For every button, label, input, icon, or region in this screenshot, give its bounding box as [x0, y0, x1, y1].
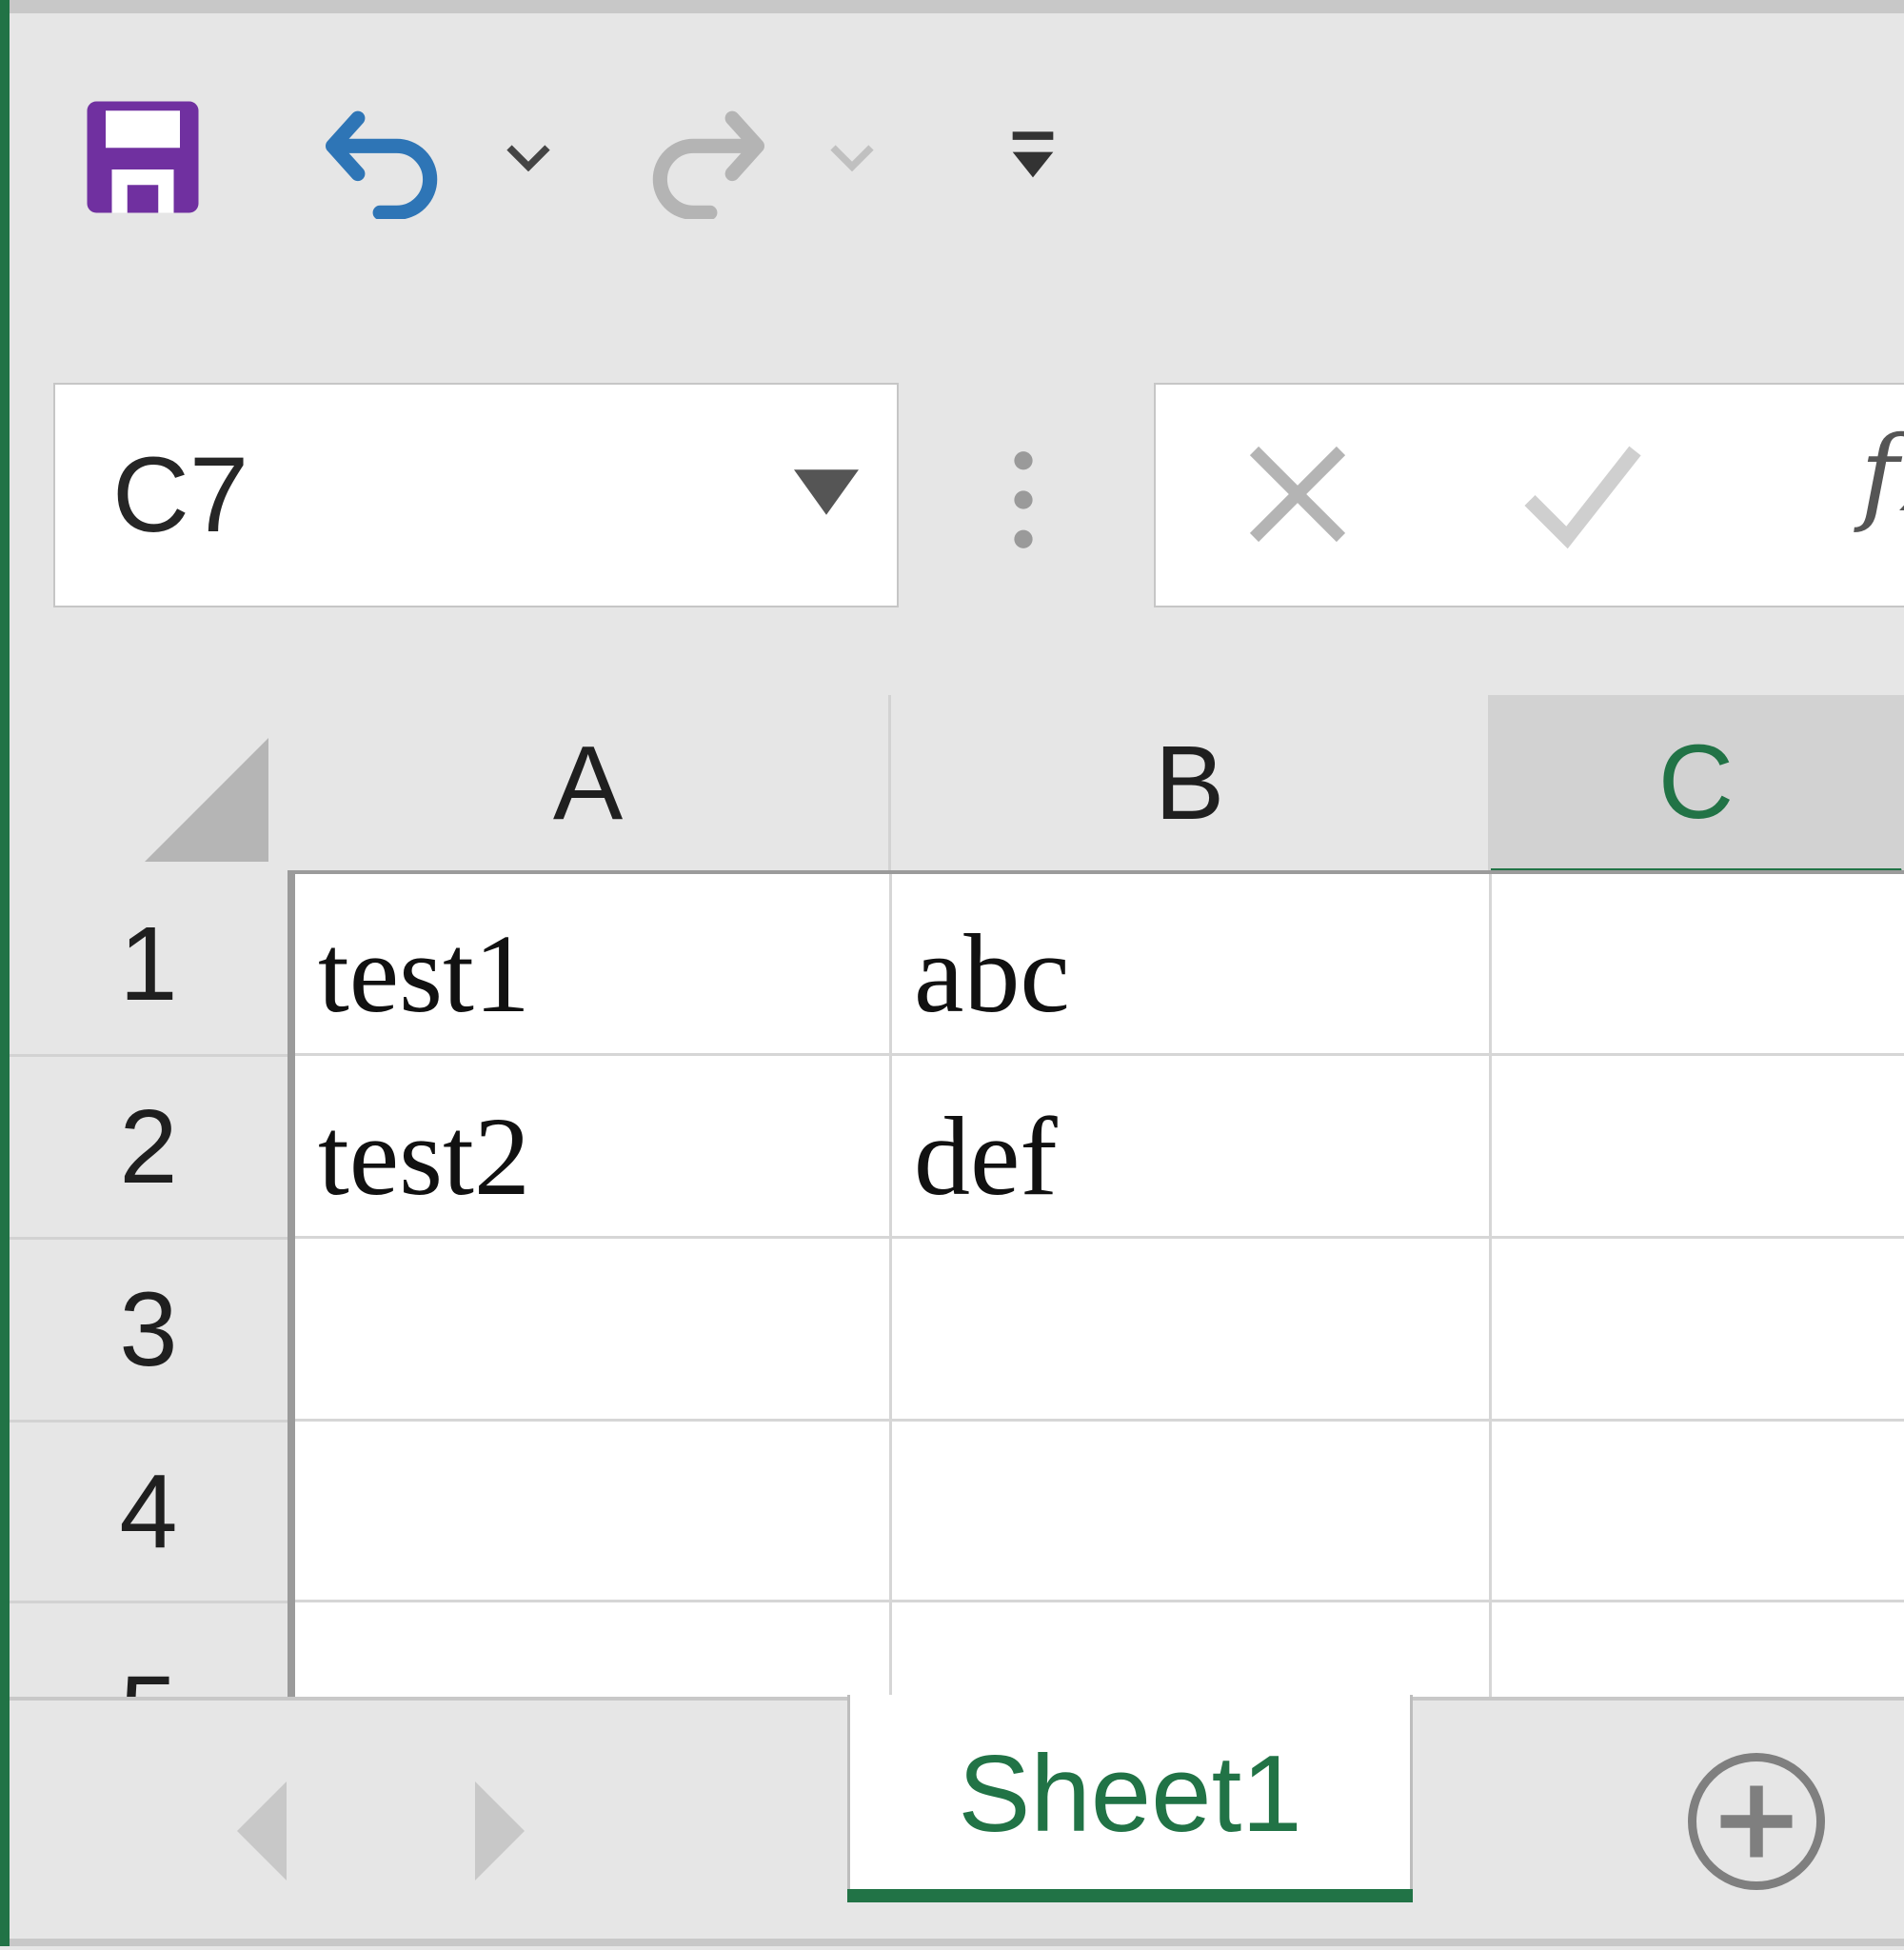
name-box-dropdown-icon[interactable]	[794, 468, 859, 516]
spreadsheet-grid: A B C 1 2 3 4 5 test1 abc test2 def	[10, 695, 1904, 1786]
insert-function-button[interactable]: fx	[1860, 413, 1904, 535]
redo-button[interactable]	[628, 86, 781, 229]
name-box-value: C7	[112, 435, 249, 554]
window-top-border	[10, 0, 1904, 13]
customize-toolbar-icon	[1012, 131, 1054, 178]
gridline	[889, 874, 892, 1697]
cancel-icon[interactable]	[1236, 432, 1359, 556]
row-header-separator	[288, 874, 295, 1697]
save-icon	[87, 101, 199, 213]
select-all-button[interactable]	[10, 695, 288, 874]
add-sheet-icon[interactable]	[1685, 1750, 1828, 1893]
chevron-down-icon	[506, 145, 550, 171]
row-header-4[interactable]: 4	[10, 1423, 288, 1603]
window-left-border	[0, 0, 10, 1946]
gridline	[1489, 874, 1492, 1697]
formula-bar-resize-grip-icon[interactable]	[1009, 448, 1038, 552]
cell-a1[interactable]: test1	[318, 918, 530, 1030]
row-header-3[interactable]: 3	[10, 1240, 288, 1423]
sheet-tab-bar: Sheet1	[10, 1695, 1904, 1950]
column-header-b[interactable]: B	[891, 695, 1491, 870]
check-icon[interactable]	[1517, 432, 1641, 556]
formula-bar[interactable]: fx	[1154, 383, 1904, 607]
redo-dropdown-button[interactable]	[809, 86, 895, 229]
select-all-triangle-icon	[145, 738, 268, 862]
save-button[interactable]	[67, 86, 219, 229]
scroll-right-icon[interactable]	[457, 1769, 543, 1893]
scroll-left-icon[interactable]	[219, 1769, 305, 1893]
column-header-c[interactable]: C	[1491, 695, 1904, 878]
undo-icon	[326, 110, 438, 219]
name-box[interactable]: C7	[53, 383, 899, 607]
chevron-down-icon	[830, 145, 874, 171]
undo-dropdown-button[interactable]	[486, 86, 571, 229]
window-bottom-border	[10, 1939, 1904, 1946]
row-header-1[interactable]: 1	[10, 874, 288, 1057]
gridline	[295, 1236, 1904, 1239]
cell-b1[interactable]: abc	[914, 918, 1070, 1030]
cell-area[interactable]: test1 abc test2 def	[295, 874, 1904, 1697]
gridline	[295, 1600, 1904, 1602]
sheet-tab-sheet1[interactable]: Sheet1	[847, 1695, 1413, 1893]
cell-a2[interactable]: test2	[318, 1101, 530, 1213]
gridline	[295, 1419, 1904, 1422]
active-tab-indicator	[847, 1889, 1413, 1902]
column-header-a[interactable]: A	[288, 695, 891, 870]
cell-b2[interactable]: def	[914, 1101, 1058, 1213]
row-header-2[interactable]: 2	[10, 1057, 288, 1240]
undo-button[interactable]	[305, 86, 466, 229]
customize-toolbar-button[interactable]	[981, 86, 1085, 229]
redo-icon	[652, 110, 764, 219]
gridline	[295, 1053, 1904, 1056]
